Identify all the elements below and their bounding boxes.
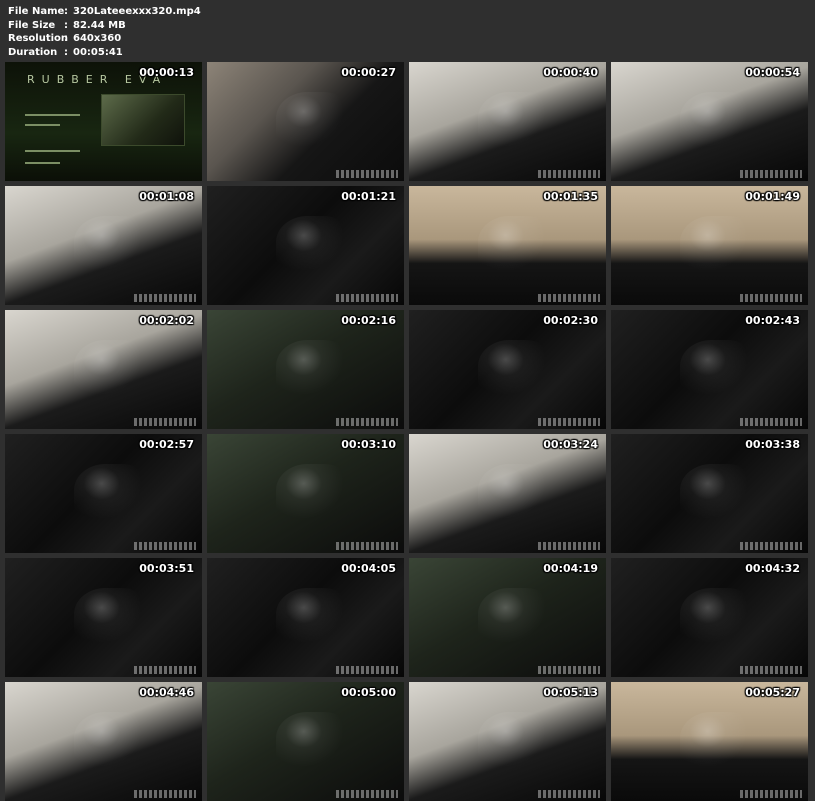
watermark — [740, 418, 802, 426]
file-name-value: 320Lateeexxx320.mp4 — [73, 6, 201, 17]
video-thumbnail: 00:04:05 — [207, 558, 404, 677]
watermark — [134, 666, 196, 674]
video-thumbnail: 00:01:21 — [207, 186, 404, 305]
logo-line — [25, 114, 80, 116]
duration-value: 00:05:41 — [73, 46, 123, 58]
thumbnail-timestamp: 00:02:02 — [139, 314, 194, 327]
resolution-row: Resolution : 640x360 — [8, 32, 201, 46]
logo-line — [25, 150, 80, 152]
watermark — [336, 294, 398, 302]
thumbnail-timestamp: 00:01:21 — [341, 190, 396, 203]
watermark — [740, 790, 802, 798]
watermark — [740, 170, 802, 178]
file-size-row: File Size : 82.44 MB — [8, 19, 201, 33]
watermark — [134, 294, 196, 302]
file-name-row: File Name : 320Lateeexxx320.mp4 — [8, 5, 201, 19]
resolution-label: Resolution — [8, 33, 69, 44]
thumbnail-timestamp: 00:00:27 — [341, 66, 396, 79]
watermark — [740, 542, 802, 550]
video-thumbnail: 00:04:19 — [409, 558, 606, 677]
video-thumbnail: 00:00:54 — [611, 62, 808, 181]
watermark — [538, 418, 600, 426]
file-info-panel: File Name : 320Lateeexxx320.mp4 File Siz… — [8, 5, 201, 59]
thumbnail-timestamp: 00:04:32 — [745, 562, 800, 575]
watermark — [336, 666, 398, 674]
duration-label: Duration — [8, 46, 58, 58]
thumbnail-timestamp: 00:03:38 — [745, 438, 800, 451]
video-thumbnail: 00:02:57 — [5, 434, 202, 553]
file-size-value: 82.44 MB — [73, 19, 126, 31]
thumbnail-timestamp: 00:05:00 — [341, 686, 396, 699]
watermark — [134, 418, 196, 426]
duration-row: Duration : 00:05:41 — [8, 46, 201, 60]
watermark — [336, 542, 398, 550]
thumbnail-timestamp: 00:00:54 — [745, 66, 800, 79]
video-thumbnail: 00:05:27 — [611, 682, 808, 801]
thumbnail-grid: RUBBER EVA 00:00:13 00:00:27 00:00:40 00:00:… — [5, 62, 808, 801]
video-thumbnail: 00:05:00 — [207, 682, 404, 801]
thumbnail-timestamp: 00:05:27 — [745, 686, 800, 699]
thumbnail-timestamp: 00:01:08 — [139, 190, 194, 203]
logo-image — [101, 94, 185, 146]
watermark — [538, 170, 600, 178]
thumbnail-timestamp: 00:02:30 — [543, 314, 598, 327]
watermark — [336, 170, 398, 178]
separator: : — [64, 46, 68, 58]
video-thumbnail: 00:02:02 — [5, 310, 202, 429]
separator: : — [64, 33, 68, 44]
logo-line — [25, 162, 60, 164]
thumbnail-timestamp: 00:04:05 — [341, 562, 396, 575]
watermark — [538, 294, 600, 302]
video-thumbnail: 00:00:40 — [409, 62, 606, 181]
video-thumbnail: 00:02:43 — [611, 310, 808, 429]
video-thumbnail: 00:03:51 — [5, 558, 202, 677]
video-thumbnail: 00:01:35 — [409, 186, 606, 305]
watermark — [336, 790, 398, 798]
thumbnail-timestamp: 00:02:57 — [139, 438, 194, 451]
resolution-value: 640x360 — [73, 33, 122, 44]
video-thumbnail: 00:02:30 — [409, 310, 606, 429]
thumbnail-timestamp: 00:00:40 — [543, 66, 598, 79]
video-thumbnail: 00:04:32 — [611, 558, 808, 677]
watermark — [134, 542, 196, 550]
video-thumbnail: 00:01:08 — [5, 186, 202, 305]
video-thumbnail: 00:04:46 — [5, 682, 202, 801]
video-thumbnail: 00:03:38 — [611, 434, 808, 553]
thumbnail-timestamp: 00:01:49 — [745, 190, 800, 203]
watermark — [336, 418, 398, 426]
watermark — [538, 790, 600, 798]
thumbnail-timestamp: 00:00:13 — [139, 66, 194, 79]
video-thumbnail: 00:03:10 — [207, 434, 404, 553]
video-thumbnail: 00:02:16 — [207, 310, 404, 429]
watermark — [538, 666, 600, 674]
video-thumbnail: 00:05:13 — [409, 682, 606, 801]
video-thumbnail: 00:01:49 — [611, 186, 808, 305]
thumbnail-timestamp: 00:02:43 — [745, 314, 800, 327]
file-name-label: File Name — [8, 6, 65, 17]
thumbnail-timestamp: 00:03:10 — [341, 438, 396, 451]
watermark — [538, 542, 600, 550]
thumbnail-timestamp: 00:02:16 — [341, 314, 396, 327]
file-size-label: File Size — [8, 19, 56, 31]
thumbnail-timestamp: 00:05:13 — [543, 686, 598, 699]
thumbnail-timestamp: 00:04:46 — [139, 686, 194, 699]
video-thumbnail: RUBBER EVA 00:00:13 — [5, 62, 202, 181]
logo-line — [25, 124, 60, 126]
separator: : — [64, 6, 68, 17]
watermark — [740, 666, 802, 674]
thumbnail-timestamp: 00:03:51 — [139, 562, 194, 575]
video-thumbnail: 00:03:24 — [409, 434, 606, 553]
watermark — [740, 294, 802, 302]
thumbnail-timestamp: 00:01:35 — [543, 190, 598, 203]
thumbnail-timestamp: 00:03:24 — [543, 438, 598, 451]
watermark — [134, 790, 196, 798]
thumbnail-timestamp: 00:04:19 — [543, 562, 598, 575]
separator: : — [64, 19, 68, 31]
video-thumbnail: 00:00:27 — [207, 62, 404, 181]
